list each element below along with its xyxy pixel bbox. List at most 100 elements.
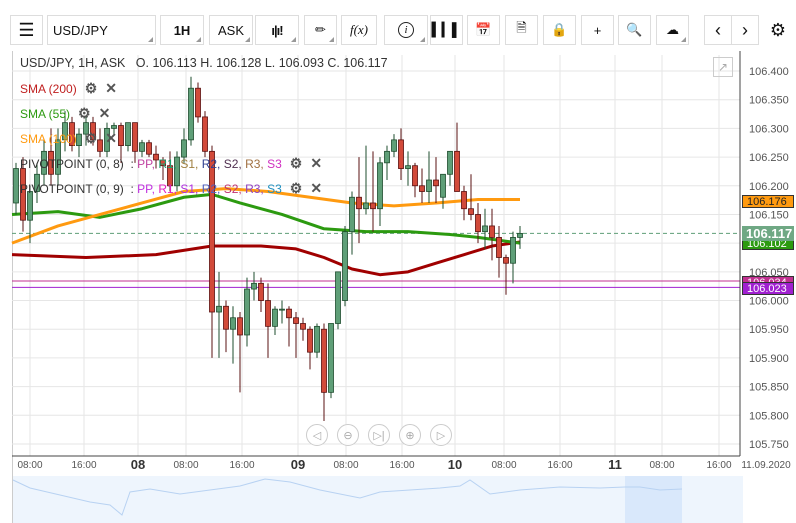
candle: [13, 162, 19, 215]
candle: [258, 277, 264, 313]
time-tick-label: 08:00: [491, 460, 516, 471]
skip-end-icon: ▷|: [373, 429, 385, 442]
time-tick-label: 10: [448, 457, 462, 472]
candle-body: [468, 208, 474, 215]
close-icon[interactable]: ✕: [105, 130, 117, 147]
navigator-window[interactable]: [625, 476, 682, 523]
candle: [195, 82, 201, 123]
pivot-level-r1: R1,: [158, 182, 181, 196]
zoom-out-icon: ⊖: [343, 429, 353, 442]
candle-body: [356, 196, 362, 210]
candle: [468, 174, 474, 221]
legend-pivot8: PIVOTPOINT (0, 8) : PP, R1, S1, R2, S2, …: [20, 155, 322, 172]
pivot-level-s2: S2,: [223, 182, 246, 196]
triangle-left-icon: ◁: [312, 429, 322, 442]
candle: [272, 306, 278, 335]
candle-body: [503, 257, 509, 264]
candle: [209, 145, 215, 358]
candle-body: [461, 191, 467, 210]
price-tick-label: 106.250: [749, 152, 789, 164]
candle-body: [335, 271, 341, 324]
candle: [489, 208, 495, 261]
pivot8-levels: PP, R1, S1, R2, S2, R3, S3: [137, 157, 282, 171]
candle-body: [433, 179, 439, 187]
candle-body: [195, 87, 201, 118]
time-tick-label: 16:00: [71, 460, 96, 471]
price-chart[interactable]: 106.400 106.350 106.300 106.250 106.200 106.1…: [0, 0, 796, 523]
candle: [384, 145, 390, 181]
candle-body: [398, 139, 404, 169]
candle-body: [426, 179, 432, 192]
candle-body: [188, 87, 194, 141]
candle-body: [251, 282, 257, 290]
legend-sma200: SMA (200) ⚙ ✕: [20, 80, 117, 97]
pivot-level-r3: R3,: [245, 182, 268, 196]
candle: [412, 162, 418, 198]
pivot-level-r2: R2,: [201, 182, 224, 196]
candle-body: [279, 308, 285, 311]
candle: [405, 151, 411, 186]
sma200-label: SMA (200): [20, 82, 77, 96]
gear-icon[interactable]: ⚙: [85, 80, 98, 97]
pivot-level-r1: R1,: [158, 157, 181, 171]
sma100-label: SMA (100): [20, 132, 77, 146]
gear-icon[interactable]: ⚙: [290, 180, 303, 197]
candle-body: [132, 122, 138, 152]
candle-body: [293, 317, 299, 324]
close-icon[interactable]: ✕: [310, 155, 322, 172]
candle-body: [405, 165, 411, 169]
current-price-tag: 106.117: [742, 226, 794, 241]
go-to-latest-button[interactable]: ▷|: [368, 424, 390, 446]
zoom-in-icon: ⊕: [405, 429, 415, 442]
time-tick-label: 08:00: [649, 460, 674, 471]
candle-body: [146, 142, 152, 155]
zoom-out-button[interactable]: ⊖: [337, 424, 359, 446]
legend-sma100: SMA (100) ⚙ ✕: [20, 130, 117, 147]
zoom-in-button[interactable]: ⊕: [399, 424, 421, 446]
candle: [398, 128, 404, 181]
candle-body: [328, 323, 334, 393]
price-tick-label: 106.150: [749, 209, 789, 221]
gear-icon[interactable]: ⚙: [85, 130, 98, 147]
candle-body: [139, 142, 145, 152]
price-tick-label: 105.750: [749, 439, 789, 451]
legend-sma55: SMA (55) ⚙ ✕: [20, 105, 110, 122]
price-tick-label: 105.900: [749, 353, 789, 365]
price-tick-label: 106.300: [749, 123, 789, 135]
separator: :: [130, 157, 134, 171]
close-icon[interactable]: ✕: [105, 80, 117, 97]
series-title: USD/JPY, 1H, ASK: [20, 56, 126, 70]
close-icon[interactable]: ✕: [99, 105, 111, 122]
candle: [300, 317, 306, 341]
gear-icon[interactable]: ⚙: [78, 105, 91, 122]
candle: [279, 300, 285, 324]
time-tick-label: 08: [131, 457, 145, 472]
candle-body: [13, 168, 19, 204]
candle: [363, 145, 369, 215]
sma55-label: SMA (55): [20, 107, 71, 121]
scroll-back-button[interactable]: ◁: [306, 424, 328, 446]
pivot8-label: PIVOTPOINT (0, 8): [20, 157, 124, 171]
price-tick-label: 105.800: [749, 410, 789, 422]
candle-body: [447, 150, 453, 175]
candle: [188, 76, 194, 146]
scroll-forward-button[interactable]: ▷: [430, 424, 452, 446]
candle-body: [454, 150, 460, 192]
candle-body: [482, 225, 488, 233]
candle-body: [237, 317, 243, 336]
pivot9-levels: PP, R1, S1, R2, S2, R3, S3: [137, 182, 282, 196]
price-tick-label: 106.350: [749, 95, 789, 107]
candle: [370, 151, 376, 232]
candle: [321, 323, 327, 422]
candle-body: [300, 323, 306, 330]
candle-body: [384, 150, 390, 164]
candle-body: [517, 232, 523, 238]
candle: [377, 157, 383, 226]
ohlc-values: O. 106.113 H. 106.128 L. 106.093 C. 106.…: [135, 56, 388, 70]
popout-icon[interactable]: ↗: [713, 57, 733, 77]
close-icon[interactable]: ✕: [310, 180, 322, 197]
gear-icon[interactable]: ⚙: [290, 155, 303, 172]
candle-body: [314, 325, 320, 353]
moving-averages: [11, 187, 521, 277]
candle: [314, 323, 320, 358]
